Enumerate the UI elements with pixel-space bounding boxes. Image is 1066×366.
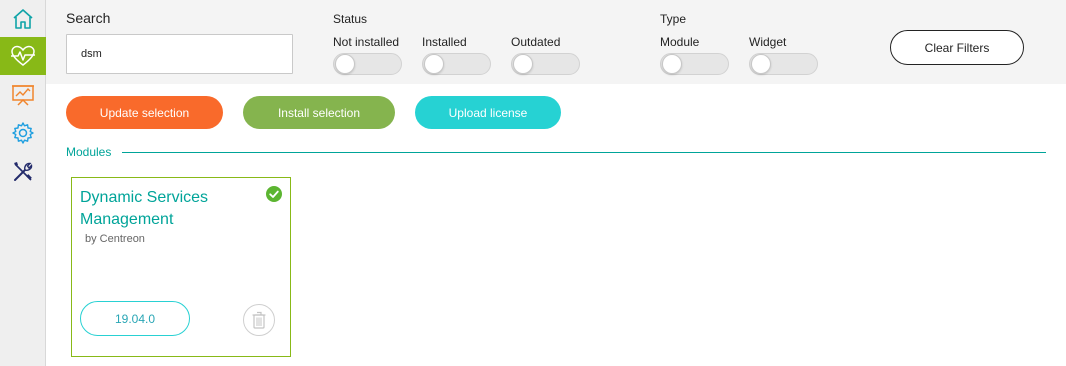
filter-installed-label: Installed bbox=[422, 35, 467, 49]
filter-outdated-toggle[interactable] bbox=[511, 53, 580, 75]
module-title: Dynamic Services Management bbox=[80, 189, 209, 228]
sidebar-item-home[interactable] bbox=[0, 0, 46, 38]
upload-license-button[interactable]: Upload license bbox=[415, 96, 561, 129]
filter-outdated-label: Outdated bbox=[511, 35, 561, 49]
delete-button[interactable] bbox=[243, 304, 275, 336]
toggle-knob bbox=[513, 54, 533, 74]
modules-section-title: Modules bbox=[66, 145, 112, 159]
filter-widget-label: Widget bbox=[749, 35, 787, 49]
search-label: Search bbox=[66, 10, 111, 26]
filter-bar: Search Status Not installed Installed Ou… bbox=[46, 0, 1066, 84]
toggle-knob bbox=[662, 54, 682, 74]
trash-icon bbox=[252, 311, 266, 329]
home-icon bbox=[13, 9, 33, 29]
filter-installed-toggle[interactable] bbox=[422, 53, 491, 75]
toggle-knob bbox=[424, 54, 444, 74]
filter-module-toggle[interactable] bbox=[660, 53, 729, 75]
filter-module-label: Module bbox=[660, 35, 700, 49]
type-label: Type bbox=[660, 12, 687, 26]
section-divider bbox=[122, 152, 1046, 153]
module-card[interactable]: Dynamic Services Management by Centreon … bbox=[71, 177, 291, 357]
sidebar-item-reporting[interactable] bbox=[0, 76, 46, 114]
sidebar bbox=[0, 0, 46, 366]
filter-not-installed-label: Not installed bbox=[333, 35, 400, 49]
status-label: Status bbox=[333, 12, 368, 26]
search-input[interactable] bbox=[66, 34, 293, 74]
chart-board-icon bbox=[12, 85, 34, 106]
gear-icon bbox=[12, 122, 34, 144]
sidebar-item-configuration[interactable] bbox=[0, 114, 46, 152]
tools-icon bbox=[14, 162, 33, 181]
module-author: by Centreon bbox=[85, 233, 145, 245]
filter-widget-toggle[interactable] bbox=[749, 53, 818, 75]
installed-check-icon bbox=[266, 186, 282, 202]
version-button[interactable]: 19.04.0 bbox=[80, 301, 190, 336]
filter-not-installed-toggle[interactable] bbox=[333, 53, 402, 75]
sidebar-item-administration[interactable] bbox=[0, 153, 46, 191]
sidebar-item-monitoring[interactable] bbox=[0, 37, 46, 75]
update-selection-button[interactable]: Update selection bbox=[66, 96, 223, 129]
clear-filters-button[interactable]: Clear Filters bbox=[890, 30, 1024, 65]
heartbeat-icon bbox=[11, 45, 35, 66]
toggle-knob bbox=[335, 54, 355, 74]
toggle-knob bbox=[751, 54, 771, 74]
install-selection-button[interactable]: Install selection bbox=[243, 96, 395, 129]
